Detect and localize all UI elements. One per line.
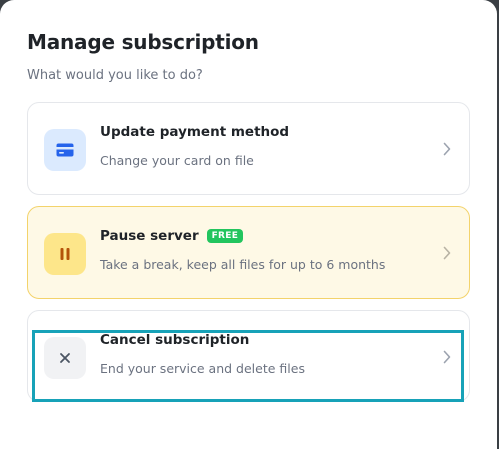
option-description: End your service and delete files bbox=[100, 361, 305, 376]
update-payment-method-option[interactable]: Update payment method Change your card o… bbox=[27, 102, 470, 195]
chevron-right-icon bbox=[439, 348, 455, 366]
dialog-title: Manage subscription bbox=[27, 30, 259, 54]
option-title: Pause server FREE bbox=[100, 226, 244, 246]
dialog-subtitle: What would you like to do? bbox=[27, 68, 203, 83]
option-title-text: Cancel subscription bbox=[100, 332, 250, 348]
option-description: Change your card on file bbox=[100, 153, 254, 168]
pause-server-option[interactable]: Pause server FREE Take a break, keep all… bbox=[27, 206, 470, 299]
free-badge: FREE bbox=[206, 229, 244, 243]
option-title: Cancel subscription bbox=[100, 330, 249, 350]
options-list: Update payment method Change your card o… bbox=[27, 102, 470, 402]
chevron-right-icon bbox=[439, 140, 455, 158]
manage-subscription-dialog: Manage subscription What would you like … bbox=[0, 0, 497, 449]
credit-card-icon bbox=[44, 129, 86, 171]
close-icon bbox=[44, 337, 86, 379]
chevron-right-icon bbox=[439, 244, 455, 262]
option-title-text: Pause server bbox=[100, 228, 199, 244]
pause-icon bbox=[44, 233, 86, 275]
cancel-subscription-option[interactable]: Cancel subscription End your service and… bbox=[27, 310, 470, 402]
option-description: Take a break, keep all files for up to 6… bbox=[100, 257, 386, 272]
option-title-text: Update payment method bbox=[100, 124, 290, 140]
option-title: Update payment method bbox=[100, 122, 289, 142]
